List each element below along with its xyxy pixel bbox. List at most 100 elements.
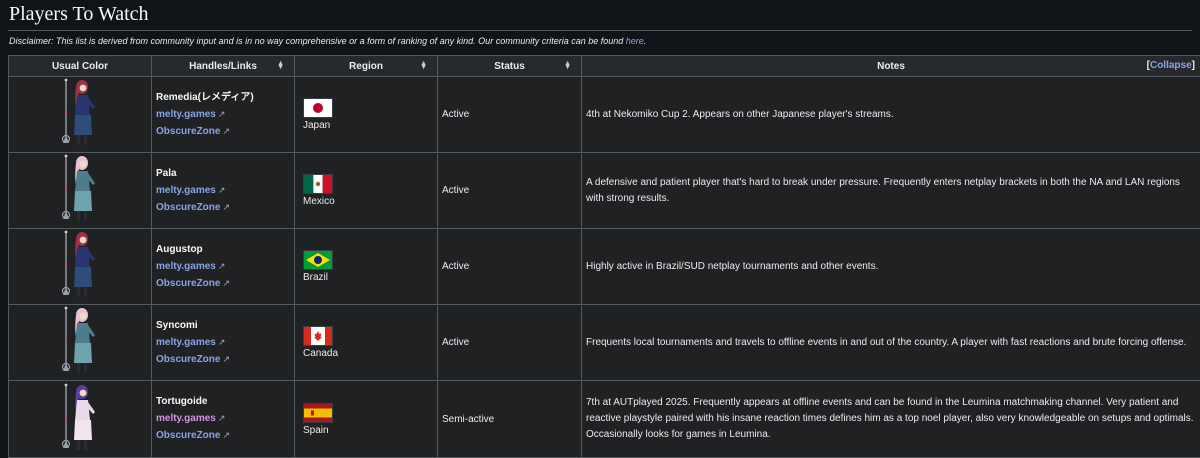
character-sprite bbox=[50, 293, 110, 304]
obscurezone-link[interactable]: ObscureZone bbox=[156, 202, 220, 213]
handles-cell: Tortugoidemelty.games↗ObscureZone↗ bbox=[152, 381, 295, 458]
region-label: Mexico bbox=[303, 196, 335, 207]
notes-cell: Highly active in Brazil/SUD netplay tour… bbox=[582, 229, 1200, 305]
external-link-icon: ↗ bbox=[222, 199, 230, 215]
character-sprite bbox=[50, 217, 110, 228]
melty-games-link[interactable]: melty.games bbox=[156, 109, 216, 120]
region-label: Brazil bbox=[303, 272, 328, 283]
col-handles-label: Handles/Links bbox=[189, 61, 257, 72]
flag-icon-ca bbox=[303, 326, 333, 346]
notes-cell: A defensive and patient player that's ha… bbox=[582, 153, 1200, 229]
notes-cell: 4th at Nekomiko Cup 2. Appears on other … bbox=[582, 77, 1200, 153]
flag-icon-jp bbox=[303, 98, 333, 118]
disclaimer-end: . bbox=[644, 36, 647, 46]
obscurezone-link[interactable]: ObscureZone bbox=[156, 354, 220, 365]
external-link-icon: ↗ bbox=[218, 182, 226, 198]
obscurezone-link[interactable]: ObscureZone bbox=[156, 278, 220, 289]
region-cell: Mexico bbox=[295, 153, 438, 229]
handles-cell: Palamelty.games↗ObscureZone↗ bbox=[152, 153, 295, 229]
notes-text: A defensive and patient player that's ha… bbox=[586, 177, 1180, 204]
character-sprite bbox=[50, 141, 110, 152]
melty-games-link[interactable]: melty.games bbox=[156, 261, 216, 272]
status-text: Semi-active bbox=[442, 414, 494, 425]
status-text: Active bbox=[442, 109, 469, 120]
obscurezone-link[interactable]: ObscureZone bbox=[156, 126, 220, 137]
collapse-toggle[interactable]: [Collapse] bbox=[1147, 60, 1195, 71]
col-status[interactable]: Status ▲▼ bbox=[438, 56, 582, 77]
region-label: Spain bbox=[303, 425, 329, 436]
external-link-icon: ↗ bbox=[218, 106, 226, 122]
usual-color-cell bbox=[9, 153, 152, 229]
status-text: Active bbox=[442, 261, 469, 272]
notes-text: Frequents local tournaments and travels … bbox=[586, 337, 1186, 348]
character-sprite bbox=[50, 369, 110, 380]
status-cell: Semi-active bbox=[438, 381, 582, 458]
notes-cell: Frequents local tournaments and travels … bbox=[582, 305, 1200, 381]
disclaimer: Disclaimer: This list is derived from co… bbox=[9, 35, 1192, 49]
usual-color-cell bbox=[9, 305, 152, 381]
notes-text: 4th at Nekomiko Cup 2. Appears on other … bbox=[586, 109, 894, 120]
region-cell: Japan bbox=[295, 77, 438, 153]
external-link-icon: ↗ bbox=[218, 334, 226, 350]
table-row: Syncomimelty.games↗ObscureZone↗CanadaAct… bbox=[9, 305, 1200, 381]
handles-cell: Remedia(レメディア)melty.games↗ObscureZone↗ bbox=[152, 77, 295, 153]
sort-icon[interactable]: ▲▼ bbox=[420, 62, 427, 70]
player-name: Syncomi bbox=[156, 318, 290, 334]
handles-cell: Augustopmelty.games↗ObscureZone↗ bbox=[152, 229, 295, 305]
flag-icon-mx bbox=[303, 174, 333, 194]
player-name: Pala bbox=[156, 166, 290, 182]
status-text: Active bbox=[442, 337, 469, 348]
external-link-icon: ↗ bbox=[222, 427, 230, 443]
players-table: Usual Color Handles/Links ▲▼ Region ▲▼ Sta… bbox=[8, 55, 1200, 458]
region-cell: Brazil bbox=[295, 229, 438, 305]
sort-icon[interactable]: ▲▼ bbox=[564, 62, 571, 70]
status-cell: Active bbox=[438, 153, 582, 229]
external-link-icon: ↗ bbox=[222, 275, 230, 291]
obscurezone-link[interactable]: ObscureZone bbox=[156, 430, 220, 441]
usual-color-cell bbox=[9, 229, 152, 305]
player-name: Augustop bbox=[156, 242, 290, 258]
criteria-link[interactable]: here bbox=[626, 36, 644, 46]
region-cell: Canada bbox=[295, 305, 438, 381]
status-cell: Active bbox=[438, 305, 582, 381]
player-name: Tortugoide bbox=[156, 394, 290, 410]
external-link-icon: ↗ bbox=[222, 351, 230, 367]
col-handles-links[interactable]: Handles/Links ▲▼ bbox=[152, 56, 295, 77]
region-label: Japan bbox=[303, 120, 330, 131]
flag-icon-br bbox=[303, 250, 333, 270]
usual-color-cell bbox=[9, 77, 152, 153]
disclaimer-text: Disclaimer: This list is derived from co… bbox=[9, 36, 626, 46]
external-link-icon: ↗ bbox=[218, 410, 226, 426]
col-region-label: Region bbox=[349, 61, 383, 72]
handles-cell: Syncomimelty.games↗ObscureZone↗ bbox=[152, 305, 295, 381]
col-status-label: Status bbox=[494, 61, 525, 72]
flag-icon-es bbox=[303, 403, 333, 423]
table-row: Palamelty.games↗ObscureZone↗MexicoActive… bbox=[9, 153, 1200, 229]
collapse-link[interactable]: Collapse bbox=[1150, 60, 1192, 71]
section-heading: Players To Watch bbox=[8, 0, 1192, 31]
col-notes-label: Notes bbox=[877, 61, 905, 72]
usual-color-cell bbox=[9, 381, 152, 458]
table-row: Tortugoidemelty.games↗ObscureZone↗SpainS… bbox=[9, 381, 1200, 458]
sort-icon[interactable]: ▲▼ bbox=[277, 62, 284, 70]
status-cell: Active bbox=[438, 229, 582, 305]
melty-games-link[interactable]: melty.games bbox=[156, 337, 216, 348]
notes-text: 7th at AUTplayed 2025. Frequently appear… bbox=[586, 397, 1194, 440]
player-name: Remedia(レメディア) bbox=[156, 90, 290, 106]
region-cell: Spain bbox=[295, 381, 438, 458]
col-notes: Notes [Collapse] bbox=[582, 56, 1200, 77]
col-region[interactable]: Region ▲▼ bbox=[295, 56, 438, 77]
character-sprite bbox=[50, 446, 110, 457]
status-cell: Active bbox=[438, 77, 582, 153]
table-row: Augustopmelty.games↗ObscureZone↗BrazilAc… bbox=[9, 229, 1200, 305]
region-label: Canada bbox=[303, 348, 338, 359]
status-text: Active bbox=[442, 185, 469, 196]
col-usual-color: Usual Color bbox=[9, 56, 152, 77]
external-link-icon: ↗ bbox=[222, 123, 230, 139]
table-row: Remedia(レメディア)melty.games↗ObscureZone↗Ja… bbox=[9, 77, 1200, 153]
melty-games-link[interactable]: melty.games bbox=[156, 185, 216, 196]
external-link-icon: ↗ bbox=[218, 258, 226, 274]
notes-cell: 7th at AUTplayed 2025. Frequently appear… bbox=[582, 381, 1200, 458]
melty-games-link[interactable]: melty.games bbox=[156, 413, 216, 424]
notes-text: Highly active in Brazil/SUD netplay tour… bbox=[586, 261, 878, 272]
